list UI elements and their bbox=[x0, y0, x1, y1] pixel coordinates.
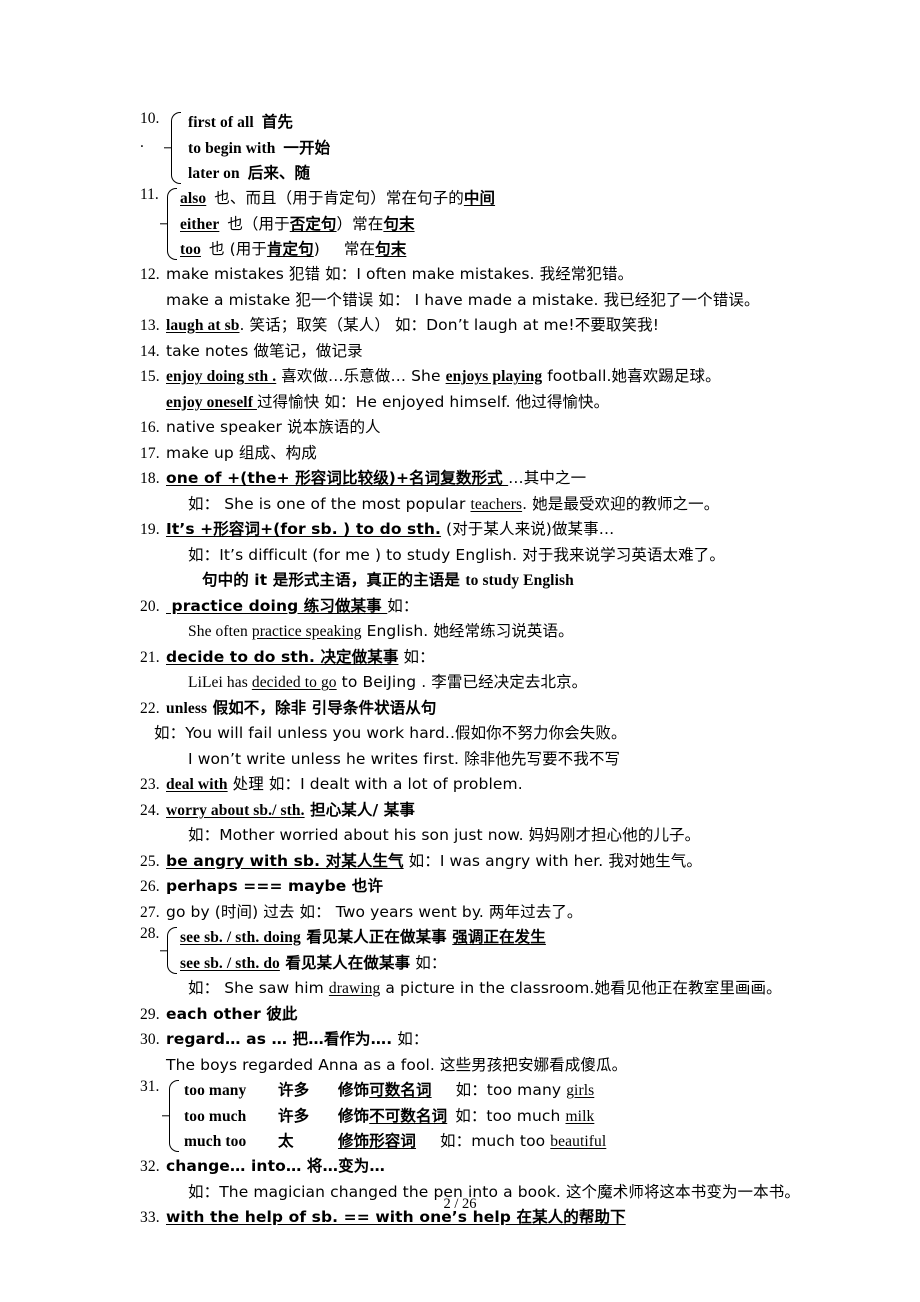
entry-27: 27. go by (时间) 过去 如： Two years went by. 两… bbox=[140, 900, 810, 926]
entry-10-item-1: first of all 首先 bbox=[188, 113, 293, 131]
entry-15-line-2: enjoy oneself 过得愉快 如：He enjoyed himself.… bbox=[166, 392, 610, 411]
entry-28-item-2: see sb. / sth. do 看见某人在做某事 如： bbox=[180, 953, 447, 972]
document-page: 10. . first of all 首先 to begin with 一开始 la… bbox=[0, 0, 920, 1302]
entry-19-line-3: 句中的 it 是形式主语，真正的主语是 to study English bbox=[202, 571, 574, 589]
entry-31-item-2: too much 许多 修饰不可数名词 如：too much milk bbox=[184, 1106, 595, 1125]
entry-16-number: 16. bbox=[140, 419, 160, 436]
entry-32-number: 32. bbox=[140, 1158, 160, 1175]
entry-12-line-1: 12. make mistakes 犯错 如：I often make mista… bbox=[140, 262, 810, 288]
entry-11-number: 11. bbox=[140, 186, 159, 203]
entry-32-line-1: 32. change… into… 将…变为… bbox=[140, 1154, 810, 1180]
entry-30-line-1: 30. regard… as … 把…看作为…. 如： bbox=[140, 1027, 810, 1053]
brace-icon bbox=[167, 927, 177, 974]
entry-31-number: 31. bbox=[140, 1078, 160, 1095]
entry-22-line-2: 如：You will fail unless you work hard..假如… bbox=[154, 724, 627, 742]
entry-24-number: 24. bbox=[140, 801, 160, 819]
entry-18-line-2: 如： She is one of the most popular teache… bbox=[188, 494, 720, 513]
entry-13-number: 13. bbox=[140, 317, 160, 334]
entry-10-item-2: to begin with 一开始 bbox=[188, 138, 331, 157]
entry-19-number: 19. bbox=[140, 521, 160, 538]
entry-11: 11. also 也、而且（用于肯定句）常在句子的中间 either 也（用于否定句… bbox=[140, 186, 810, 262]
entry-24-line-1: 24. worry about sb./ sth. 担心某人/ 某事 bbox=[140, 798, 810, 824]
entry-28-number: 28. bbox=[140, 925, 160, 942]
entry-31-item-3: much too 太修饰形容词 如：much too beautiful bbox=[184, 1132, 607, 1150]
entry-11-item-too: too 也 (用于肯定句) 常在句末 bbox=[180, 240, 407, 258]
entry-20-line-2: She often practice speaking English. 她经常… bbox=[188, 622, 574, 640]
entry-21-line-1: 21. decide to do sth. 决定做某事 如： bbox=[140, 645, 810, 671]
entry-11-item-either: either 也（用于否定句）常在句末 bbox=[180, 214, 415, 233]
entry-19-line-2: 如：It’s difficult (for me ) to study Engl… bbox=[188, 545, 725, 564]
entry-29-number: 29. bbox=[140, 1005, 160, 1023]
entry-19-line-1: 19. It’s +形容词+(for sb. ) to do sth. (对于某人… bbox=[140, 517, 810, 543]
entry-10-item-3: later on 后来、随 bbox=[188, 164, 311, 182]
entry-21-number: 21. bbox=[140, 648, 160, 666]
entry-11-item-also: also 也、而且（用于肯定句）常在句子的中间 bbox=[180, 189, 496, 207]
entry-20-number: 20. bbox=[140, 597, 160, 615]
entry-31-item-1: too many 许多 修饰可数名词 如：too many girls bbox=[184, 1081, 595, 1099]
entry-10: 10. . first of all 首先 to begin with 一开始 la… bbox=[140, 110, 810, 186]
brace-icon bbox=[171, 112, 181, 184]
entry-30-line-2: The boys regarded Anna as a fool. 这些男孩把安… bbox=[166, 1055, 628, 1074]
entry-18-number: 18. bbox=[140, 470, 160, 487]
entry-12-line-2: make a mistake 犯一个错误 如： I have made a mi… bbox=[166, 290, 760, 309]
brace-icon bbox=[167, 188, 177, 260]
entry-15-line-1: 15. enjoy doing sth . 喜欢做…乐意做… She enjoys… bbox=[140, 364, 810, 390]
entry-18-line-1: 18. one of +(the+ 形容词比较级)+名词复数形式 …其中之一 bbox=[140, 466, 810, 492]
entry-22-line-3: I won’t write unless he writes first. 除非… bbox=[188, 749, 621, 768]
entry-16: 16. native speaker 说本族语的人 bbox=[140, 415, 810, 441]
entry-12-number: 12. bbox=[140, 266, 160, 283]
entry-31: 31. too many 许多 修饰可数名词 如：too many girls too… bbox=[140, 1078, 810, 1154]
entry-29: 29. each other 彼此 bbox=[140, 1002, 810, 1028]
entry-27-number: 27. bbox=[140, 903, 160, 921]
entry-13: 13. laugh at sb. 笑话；取笑（某人） 如：Don’t laugh … bbox=[140, 313, 810, 339]
page-footer: 2 / 26 bbox=[443, 1196, 477, 1212]
entry-25: 25. be angry with sb. 对某人生气 如：I was angry… bbox=[140, 849, 810, 875]
brace-icon bbox=[169, 1080, 179, 1152]
entry-21-line-2: LiLei has decided to go to BeiJing . 李雷已… bbox=[188, 673, 588, 691]
entry-17-number: 17. bbox=[140, 444, 160, 462]
entry-10-number: 10. bbox=[140, 110, 160, 127]
entry-26: 26. perhaps === maybe 也许 bbox=[140, 874, 810, 900]
entry-14-number: 14. bbox=[140, 342, 160, 360]
entry-23-number: 23. bbox=[140, 776, 160, 793]
entry-28-example: 如： She saw him drawing a picture in the … bbox=[188, 979, 782, 997]
entry-10-submarker: . bbox=[140, 134, 144, 151]
entry-20-line-1: 20. practice doing 练习做某事 如： bbox=[140, 594, 810, 620]
entry-23: 23. deal with 处理 如：I dealt with a lot of … bbox=[140, 772, 810, 798]
entry-24-line-2: 如：Mother worried about his son just now.… bbox=[188, 826, 701, 844]
entry-17: 17. make up 组成、构成 bbox=[140, 441, 810, 467]
entry-22-line-1: 22. unless 假如不，除非 引导条件状语从句 bbox=[140, 696, 810, 722]
entry-22-number: 22. bbox=[140, 699, 160, 717]
entry-28: 28. see sb. / sth. doing 看见某人正在做某事 强调正在发… bbox=[140, 925, 810, 976]
entry-28-item-1: see sb. / sth. doing 看见某人正在做某事 强调正在发生 bbox=[180, 928, 546, 946]
entry-25-number: 25. bbox=[140, 852, 160, 870]
entry-14: 14. take notes 做笔记，做记录 bbox=[140, 339, 810, 365]
entry-15-number: 15. bbox=[140, 368, 160, 385]
entry-26-number: 26. bbox=[140, 878, 160, 895]
entry-30-number: 30. bbox=[140, 1031, 160, 1048]
